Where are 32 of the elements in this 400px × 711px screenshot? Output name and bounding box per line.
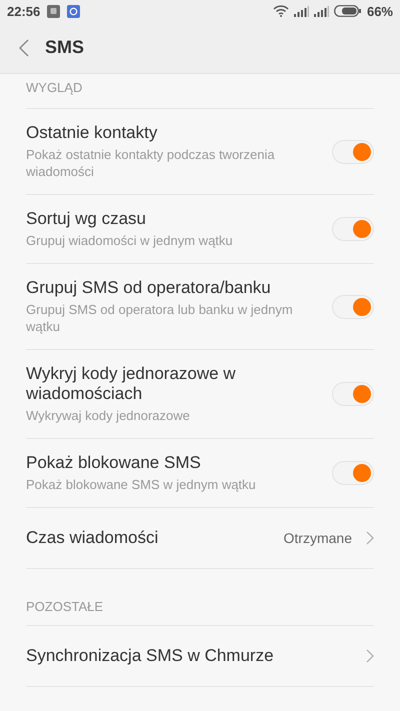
signal-icon — [294, 6, 309, 16]
section-header: POZOSTAŁE — [26, 569, 374, 626]
toggle-switch[interactable] — [332, 294, 374, 318]
battery-percent: 66% — [366, 4, 393, 18]
battery-icon — [334, 5, 361, 17]
chevron-icon[interactable] — [366, 531, 374, 545]
setting-title: Pokaż blokowane SMS — [26, 453, 202, 473]
notification-icon — [47, 4, 60, 18]
toggle-switch[interactable] — [332, 382, 374, 406]
back-icon[interactable] — [19, 38, 29, 56]
setting-title: Sortuj wg czasu — [26, 209, 147, 229]
setting-description: Grupuj wiadomości w jednym wątku — [26, 232, 234, 249]
toggle-switch[interactable] — [332, 217, 374, 241]
signal-icon — [314, 6, 329, 16]
wifi-icon — [272, 5, 289, 17]
setting-description: Grupuj SMS od operatora lub banku w jednym wątku — [26, 301, 294, 335]
status-time: 22:56 — [7, 4, 40, 18]
setting-description: Pokaż ostatnie kontakty podczas tworzenia wiadomości — [26, 146, 276, 180]
chevron-icon[interactable] — [366, 649, 374, 663]
setting-value: Otrzymane — [284, 530, 352, 546]
section-header: WYGLĄD — [26, 74, 374, 109]
toggle-switch[interactable] — [332, 461, 374, 485]
setting-title: Synchronizacja SMS w Chmurze — [26, 646, 275, 666]
setting-description: Pokaż blokowane SMS w jednym wątku — [26, 476, 257, 493]
screen-title: SMS — [45, 37, 84, 58]
setting-title: Ostatnie kontakty — [26, 123, 158, 143]
setting-title: Wykryj kody jednorazowe w wiadomościach — [26, 364, 237, 404]
setting-title: Grupuj SMS od operatora/banku — [26, 278, 272, 298]
setting-description: Wykrywaj kody jednorazowe — [26, 407, 191, 424]
setting-title: Czas wiadomości — [26, 528, 160, 548]
toggle-switch[interactable] — [332, 140, 374, 164]
notification-icon — [67, 4, 80, 18]
